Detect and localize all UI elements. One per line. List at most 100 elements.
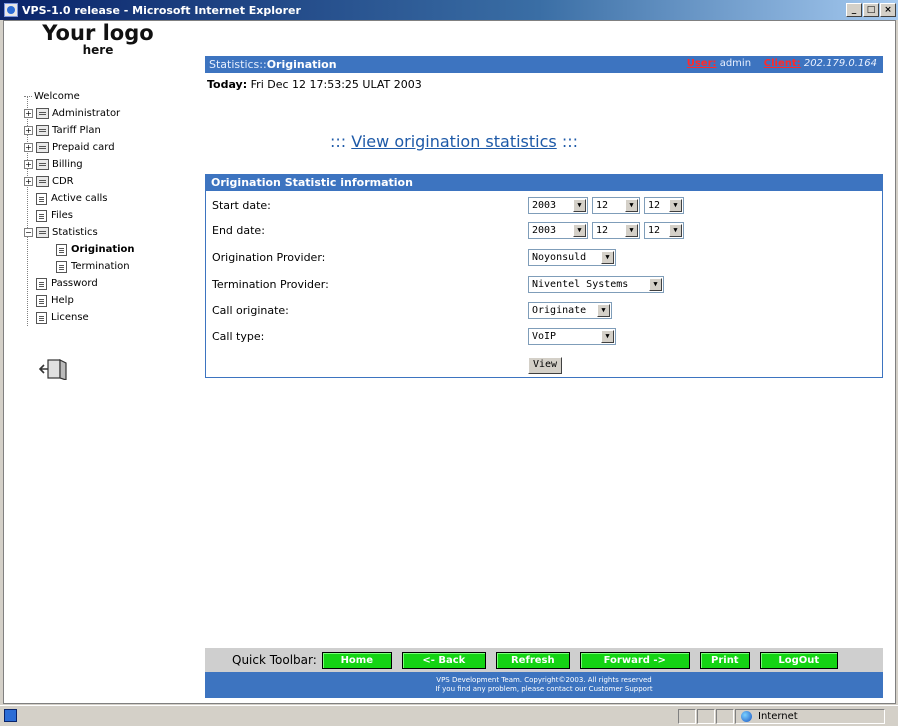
globe-icon	[741, 711, 752, 722]
expand-icon[interactable]: +	[24, 160, 33, 169]
nav-item-welcome[interactable]: Welcome	[24, 88, 135, 105]
status-cell	[697, 709, 715, 724]
nav-item-label: Statistics	[52, 227, 98, 238]
end-year-select[interactable]: 2003 ▼	[528, 221, 588, 239]
nav-item-statistics[interactable]: − Statistics	[24, 224, 135, 241]
expand-icon[interactable]: +	[24, 126, 33, 135]
title-prefix: :::	[330, 132, 347, 151]
end-date-row: End date: 2003 ▼ 12 ▼ 12 ▼	[212, 220, 872, 240]
dropdown-arrow-icon: ▼	[669, 223, 682, 237]
page-header: Statistics:: Origination User: admin Cli…	[205, 56, 883, 73]
quick-toolbar: Quick Toolbar: Home <- Back Refresh Forw…	[205, 648, 883, 672]
origination-provider-label: Origination Provider:	[212, 250, 326, 264]
session-info: User: admin Client: 202.179.0.164	[687, 58, 877, 69]
expand-icon[interactable]: +	[24, 177, 33, 186]
nav-item-billing[interactable]: + Billing	[24, 156, 135, 173]
refresh-button[interactable]: Refresh	[495, 651, 570, 669]
nav-item-origination[interactable]: Origination	[24, 241, 135, 258]
forward-button[interactable]: Forward ->	[579, 651, 690, 669]
nav-item-license[interactable]: License	[24, 309, 135, 326]
home-button[interactable]: Home	[321, 651, 392, 669]
footer-copyright: VPS Development Team. Copyright©2003. Al…	[436, 676, 652, 684]
security-zone: Internet	[735, 709, 885, 724]
collapse-icon[interactable]: −	[24, 228, 33, 237]
exit-icon[interactable]	[38, 358, 72, 380]
termination-provider-select[interactable]: Niventel Systems ▼	[528, 275, 664, 293]
termination-provider-row: Termination Provider: Niventel Systems ▼	[212, 274, 872, 294]
nav-item-cdr[interactable]: + CDR	[24, 173, 135, 190]
dropdown-arrow-icon: ▼	[573, 223, 586, 237]
nav-item-label: Password	[51, 278, 98, 289]
breadcrumb-parent[interactable]: Statistics::	[209, 58, 267, 71]
end-date-label: End date:	[212, 223, 265, 237]
nav-item-help[interactable]: Help	[24, 292, 135, 309]
nav-item-label: Welcome	[34, 91, 80, 102]
start-day-select[interactable]: 12 ▼	[644, 196, 684, 214]
nav-item-label: Origination	[71, 244, 135, 255]
print-button[interactable]: Print	[699, 651, 750, 669]
folder-icon	[36, 142, 49, 153]
view-button[interactable]: View	[528, 357, 563, 374]
dropdown-arrow-icon: ▼	[669, 198, 682, 212]
page-icon	[36, 294, 47, 307]
origination-provider-select[interactable]: Noyonsuld ▼	[528, 248, 616, 266]
nav-item-label: License	[51, 312, 89, 323]
call-type-row: Call type: VoIP ▼	[212, 326, 872, 346]
start-month-select[interactable]: 12 ▼	[592, 196, 640, 214]
logout-button[interactable]: LogOut	[759, 651, 838, 669]
minimize-button[interactable]: _	[846, 3, 862, 17]
logo: Your logo here	[28, 22, 168, 57]
close-button[interactable]: ×	[880, 3, 896, 17]
call-type-select[interactable]: VoIP ▼	[528, 327, 616, 345]
call-originate-label: Call originate:	[212, 303, 289, 317]
user-label[interactable]: User:	[687, 58, 717, 69]
nav-item-files[interactable]: Files	[24, 207, 135, 224]
dropdown-arrow-icon: ▼	[601, 329, 614, 343]
nav-item-label: Termination	[71, 261, 130, 272]
quick-toolbar-label: Quick Toolbar:	[232, 653, 317, 667]
nav-item-label: Billing	[52, 159, 83, 170]
call-type-label: Call type:	[212, 329, 265, 343]
today-label: Today:	[207, 78, 248, 91]
nav-item-label: Tariff Plan	[52, 125, 101, 136]
page-status-icon	[4, 709, 17, 722]
dropdown-arrow-icon: ▼	[625, 223, 638, 237]
termination-provider-label: Termination Provider:	[212, 277, 329, 291]
nav-item-administrator[interactable]: + Administrator	[24, 105, 135, 122]
end-month-select[interactable]: 12 ▼	[592, 221, 640, 239]
title-link[interactable]: View origination statistics	[351, 132, 556, 151]
statistics-form: Origination Statistic information Start …	[205, 174, 883, 378]
nav-item-label: Active calls	[51, 193, 108, 204]
expand-icon[interactable]: +	[24, 143, 33, 152]
status-cell	[716, 709, 734, 724]
start-date-row: Start date: 2003 ▼ 12 ▼ 12 ▼	[212, 195, 872, 215]
nav-item-prepaid-card[interactable]: + Prepaid card	[24, 139, 135, 156]
today-value: Fri Dec 12 17:53:25 ULAT 2003	[250, 78, 422, 91]
dropdown-arrow-icon: ▼	[573, 198, 586, 212]
client-ip: 202.179.0.164	[803, 58, 877, 69]
page-icon	[56, 260, 67, 273]
folder-icon	[36, 108, 49, 119]
back-button[interactable]: <- Back	[401, 651, 486, 669]
window-titlebar[interactable]: VPS-1.0 release - Microsoft Internet Exp…	[0, 0, 898, 20]
maximize-button[interactable]: □	[863, 3, 879, 17]
ie-icon	[4, 3, 18, 17]
expand-icon[interactable]: +	[24, 109, 33, 118]
nav-item-termination[interactable]: Termination	[24, 258, 135, 275]
dropdown-arrow-icon: ▼	[601, 250, 614, 264]
call-originate-select[interactable]: Originate ▼	[528, 301, 612, 319]
nav-item-tariff-plan[interactable]: + Tariff Plan	[24, 122, 135, 139]
end-day-select[interactable]: 12 ▼	[644, 221, 684, 239]
window-title: VPS-1.0 release - Microsoft Internet Exp…	[22, 3, 301, 17]
client-label[interactable]: Client:	[764, 58, 801, 69]
page-icon	[36, 311, 47, 324]
page-title: ::: View origination statistics :::	[330, 132, 730, 151]
nav-item-active-calls[interactable]: Active calls	[24, 190, 135, 207]
status-bar: Internet	[0, 705, 898, 726]
start-year-select[interactable]: 2003 ▼	[528, 196, 588, 214]
nav-item-password[interactable]: Password	[24, 275, 135, 292]
folder-icon	[36, 125, 49, 136]
nav-item-label: Prepaid card	[52, 142, 115, 153]
user-value: admin	[719, 58, 752, 69]
folder-icon	[36, 159, 49, 170]
